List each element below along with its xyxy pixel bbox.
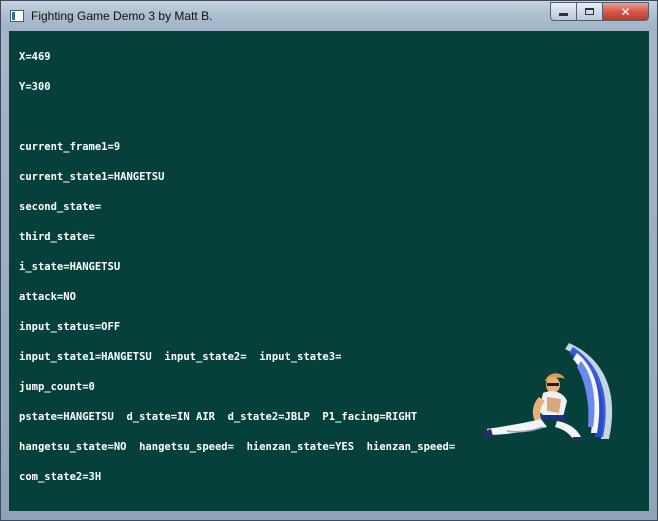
game-canvas[interactable]: X=469 Y=300 current_frame1=9 current_sta… [9,31,649,511]
debug-hangetsu: hangetsu_state=NO hangetsu_speed= hienza… [19,441,456,453]
debug-x: X=469 [19,51,51,63]
debug-com-state2: com_state2=3H [19,471,102,483]
close-icon: ✕ [620,4,631,19]
debug-readout: X=469 Y=300 current_frame1=9 current_sta… [19,32,455,502]
debug-i-state: i_state=HANGETSU [19,261,121,273]
fighter-sprite [483,343,613,440]
game-window: Fighting Game Demo 3 by Matt B. ✕ X=469 … [0,0,658,521]
minimize-icon [559,13,568,16]
debug-attack: attack=NO [19,291,76,303]
debug-second-state: second_state= [19,201,102,213]
debug-current-frame1: current_frame1=9 [19,141,121,153]
debug-third-state: third_state= [19,231,95,243]
minimize-button[interactable] [550,2,577,21]
title-bar[interactable]: Fighting Game Demo 3 by Matt B. ✕ [1,1,657,31]
maximize-button[interactable] [577,2,603,21]
debug-input-status: input_status=OFF [19,321,121,333]
window-title: Fighting Game Demo 3 by Matt B. [31,9,213,23]
caption-buttons: ✕ [550,2,649,21]
close-button[interactable]: ✕ [603,2,649,21]
debug-y: Y=300 [19,81,51,93]
debug-spacer [19,112,455,122]
debug-jump-count: jump_count=0 [19,381,95,393]
debug-input-states: input_state1=HANGETSU input_state2= inpu… [19,351,342,363]
debug-pstate: pstate=HANGETSU d_state=IN AIR d_state2=… [19,411,418,423]
maximize-icon [585,8,594,15]
app-icon[interactable] [10,10,24,22]
debug-current-state1: current_state1=HANGETSU [19,171,165,183]
